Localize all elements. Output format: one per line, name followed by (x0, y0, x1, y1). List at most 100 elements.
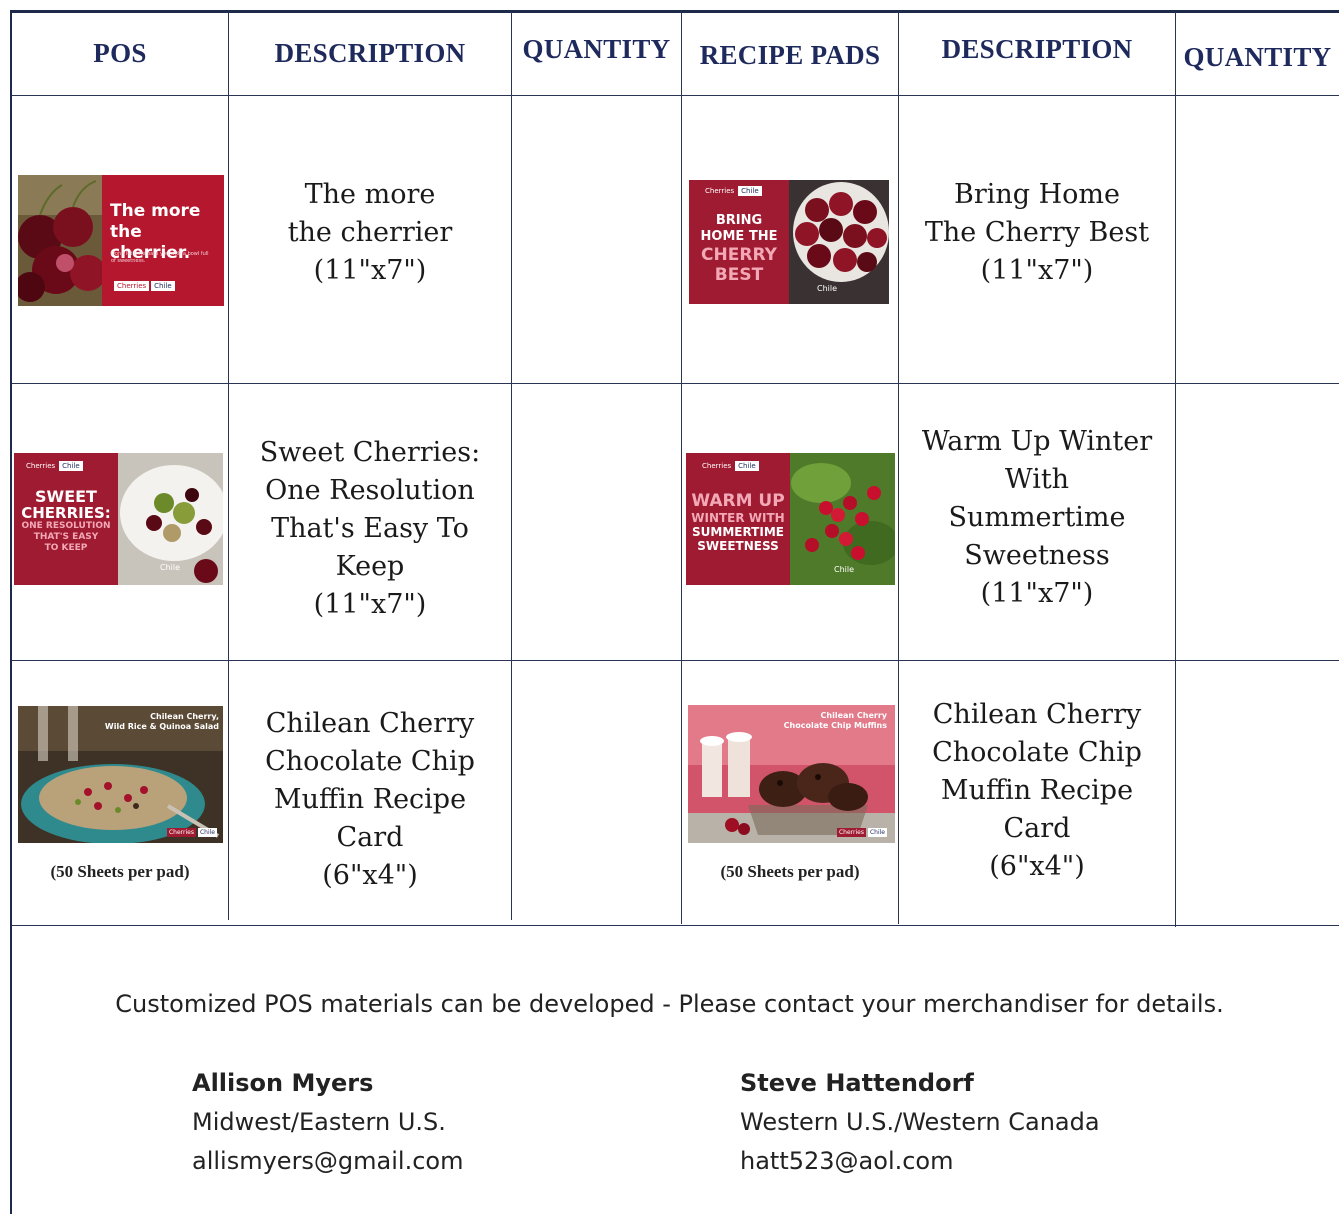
pad-image-chocolate-chip-muffins: Chilean Cherry Chocolate Chip Muffins Ch… (688, 705, 895, 843)
headline-line: SWEET (35, 487, 97, 506)
headline-line: Chilean Cherry, (150, 712, 219, 721)
headline-line: TO KEEP (44, 543, 88, 553)
headline-line: BEST (714, 265, 764, 285)
header-pos: POS (93, 37, 147, 68)
header-description-right: DESCRIPTION (941, 33, 1133, 64)
brand-left: Cherries (836, 828, 866, 837)
headline-line: WINTER WITH (691, 511, 785, 525)
desc-line: (6"x4") (322, 860, 418, 891)
brand-right: Chile (867, 828, 887, 837)
contact-card: Steve Hattendorf Western U.S./Western Ca… (740, 1064, 1100, 1181)
desc-line: Card (336, 822, 404, 853)
pos-image-quinoa-salad: Chilean Cherry, Wild Rice & Quinoa Salad… (18, 706, 223, 843)
column-divider (681, 12, 682, 924)
desc-line: With (1004, 464, 1070, 495)
pos-image-headline: SWEET CHERRIES: ONE RESOLUTION THAT'S EA… (14, 489, 118, 554)
desc-line: One Resolution (265, 475, 475, 506)
pad-image-headline: WARM UP WINTER WITH SUMMERTIME SWEETNESS (686, 491, 790, 553)
brand-right: Chile (735, 461, 759, 471)
pad-image-warm-up-winter: Cherries Chile WARM UP WINTER WITH SUMME… (686, 453, 895, 585)
pos-description-3: Chilean Cherry Chocolate Chip Muffin Rec… (229, 661, 511, 925)
contact-name: Allison Myers (192, 1069, 374, 1097)
pos-sheets-note: (50 Sheets per pad) (50, 862, 190, 881)
desc-line: Card (1003, 813, 1071, 844)
desc-line: Chilean Cherry (265, 708, 475, 739)
pad-image-bring-home-the-cherry-best: Cherries Chile BRING HOME THE CHERRY BES… (689, 180, 889, 304)
contact-card: Allison Myers Midwest/Eastern U.S. allis… (192, 1064, 463, 1181)
pad-description-3: Chilean Cherry Chocolate Chip Muffin Rec… (899, 661, 1175, 925)
desc-line: That's Easy To (271, 513, 469, 544)
brand-logo: Cherries Chile (836, 828, 887, 837)
column-divider (1175, 12, 1176, 927)
contact-name: Steve Hattendorf (740, 1069, 974, 1097)
desc-line: (11"x7") (980, 578, 1094, 609)
headline-line: CHERRIES: (21, 504, 111, 522)
contact-region: Western U.S./Western Canada (740, 1108, 1100, 1136)
desc-line: (11"x7") (980, 254, 1094, 286)
brand-logo: Cherries Chile (703, 186, 762, 196)
brand-left: Cherries (705, 187, 735, 195)
headline-line: Chocolate Chip Muffins (783, 721, 887, 730)
brand-logo: Cherries Chile (24, 461, 83, 471)
brand-left: Cherries (26, 462, 56, 470)
pos-image-sweet-cherries: Cherries Chile SWEET CHERRIES: ONE RESOL… (14, 453, 223, 585)
desc-line: Warm Up Winter (921, 426, 1153, 457)
pad-image-footer: Chile (817, 284, 838, 293)
brand-right: Chile (738, 186, 762, 196)
pos-description-2: Sweet Cherries: One Resolution That's Ea… (229, 384, 511, 660)
desc-line: Bring Home (953, 178, 1121, 210)
headline-line: BRING (715, 213, 763, 228)
contact-email[interactable]: hatt523@aol.com (740, 1142, 1100, 1181)
pos-image-small-text: Don't let time pass you with a bowl full… (111, 251, 209, 264)
brand-logo: Cherries Chile (166, 828, 217, 837)
desc-line: The more (304, 178, 436, 210)
desc-line: Summertime (948, 502, 1126, 533)
headline-line: Chilean Cherry (820, 711, 887, 720)
header-quantity-left: QUANTITY (522, 33, 671, 64)
contact-region: Midwest/Eastern U.S. (192, 1108, 446, 1136)
pos-image-headline: Chilean Cherry, Wild Rice & Quinoa Salad (105, 712, 219, 732)
contact-email[interactable]: allismyers@gmail.com (192, 1142, 463, 1181)
desc-line: Muffin Recipe (940, 775, 1134, 806)
pad-image-headline: BRING HOME THE CHERRY BEST (689, 213, 789, 285)
desc-line: The Cherry Best (924, 216, 1150, 248)
pos-image-the-more-the-cherrier: The more the cherrier. Don't let time pa… (18, 175, 224, 306)
brand-left: Cherries (702, 462, 732, 470)
desc-line: Chocolate Chip (265, 746, 475, 777)
pad-image-headline: Chilean Cherry Chocolate Chip Muffins (784, 711, 887, 731)
desc-line: Chilean Cherry (932, 699, 1142, 730)
header-description-left: DESCRIPTION (274, 37, 466, 68)
desc-line: Keep (335, 551, 405, 582)
desc-line: (6"x4") (989, 851, 1085, 882)
desc-line: Muffin Recipe (273, 784, 467, 815)
headline-line: SWEETNESS (697, 539, 779, 553)
headline-line: SUMMERTIME (692, 525, 784, 539)
brand-right: Chile (59, 461, 83, 471)
row-divider (12, 925, 1339, 926)
headline-line: HOME THE (700, 229, 778, 244)
brand-left: Cherries (166, 828, 196, 837)
desc-line: (11"x7") (313, 254, 427, 286)
brand-logo: Cherries Chile (114, 281, 175, 291)
pos-image-footer: Chile (160, 563, 181, 572)
headline-line: WARM UP (691, 491, 785, 511)
headline-line: THAT'S EASY (33, 532, 99, 542)
desc-line: the cherrier (287, 216, 453, 248)
brand-left: Cherries (114, 281, 150, 291)
pos-description-1: The more the cherrier (11"x7") (229, 96, 511, 383)
pos-image-headline-1: The more (110, 201, 201, 221)
desc-line: (11"x7") (313, 589, 427, 620)
desc-line: Chocolate Chip (932, 737, 1142, 768)
frame-left-border (10, 10, 12, 1214)
pad-description-1: Bring Home The Cherry Best (11"x7") (899, 96, 1175, 383)
desc-line: Sweet Cherries: (259, 437, 481, 468)
brand-right: Chile (151, 281, 175, 291)
pad-sheets-note: (50 Sheets per pad) (720, 862, 860, 881)
customization-note: Customized POS materials can be develope… (115, 990, 1224, 1018)
pad-image-footer: Chile (834, 565, 855, 574)
brand-logo: Cherries Chile (700, 461, 759, 471)
pad-description-2: Warm Up Winter With Summertime Sweetness… (899, 384, 1175, 660)
header-quantity-right: QUANTITY (1183, 41, 1332, 72)
headline-line: CHERRY (701, 245, 777, 265)
header-recipe-pads: RECIPE PADS (699, 39, 881, 70)
